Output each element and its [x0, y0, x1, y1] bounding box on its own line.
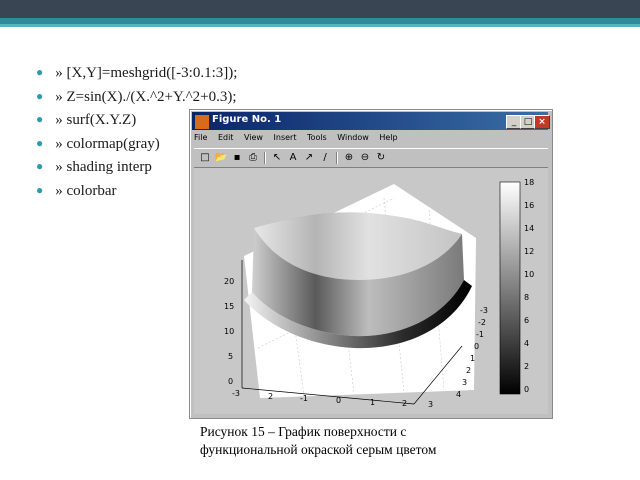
caption-line: Рисунок 15 – График поверхности с: [200, 424, 407, 439]
colorbar-tick: 2: [524, 362, 530, 371]
open-icon[interactable]: 📂: [214, 151, 228, 165]
x-tick: 2: [402, 399, 408, 408]
colorbar-tick: 8: [524, 293, 530, 302]
code-line: ●» [X,Y]=meshgrid([-3:0.1:3]);: [36, 65, 238, 81]
arrow-line-icon[interactable]: ↗: [302, 151, 316, 165]
x-tick: 0: [336, 396, 342, 405]
colorbar-tick: 12: [524, 247, 535, 256]
text-icon[interactable]: A: [286, 151, 300, 165]
bullet-icon: ●: [36, 88, 44, 103]
colorbar: [499, 181, 521, 395]
menu-insert[interactable]: Insert: [274, 133, 297, 142]
window-titlebar[interactable]: Figure No. 1 _ □ ×: [192, 112, 550, 130]
menu-view[interactable]: View: [244, 133, 263, 142]
z-tick: 5: [228, 352, 234, 361]
z-tick: 20: [224, 277, 235, 286]
rotate-icon[interactable]: ↻: [374, 151, 388, 165]
x-tick: 2: [268, 392, 274, 401]
new-icon[interactable]: □: [198, 151, 212, 165]
z-tick: 0: [228, 377, 234, 386]
y-tick: -3: [480, 306, 488, 315]
close-button[interactable]: ×: [534, 115, 550, 129]
bullet-icon: ●: [36, 159, 44, 174]
surface-plot: [241, 181, 521, 405]
colorbar-tick: 14: [524, 224, 535, 233]
y-tick: 3: [462, 378, 468, 387]
y-tick: 0: [474, 342, 480, 351]
y-tick: -2: [478, 318, 486, 327]
menu-edit[interactable]: Edit: [218, 133, 234, 142]
bullet-icon: ●: [36, 65, 44, 79]
line-icon[interactable]: /: [318, 151, 332, 165]
colorbar-tick: 18: [524, 178, 535, 187]
x-tick: 1: [370, 398, 376, 407]
menu-help[interactable]: Help: [379, 133, 397, 142]
plot-area: 20 15 10 5 0 -3 2 -1 0 1 2 3 4 3 2 1 0 -…: [194, 168, 548, 414]
x-tick: -3: [232, 389, 240, 398]
caption-line: функциональной окраской серым цветом: [200, 442, 437, 457]
z-tick: 10: [224, 327, 235, 336]
slide-top-bar: [0, 0, 640, 18]
slide-accent-bar-light: [0, 24, 640, 27]
bullet-icon: ●: [36, 182, 44, 197]
zoom-out-icon[interactable]: ⊖: [358, 151, 372, 165]
print-icon[interactable]: ⎙: [246, 151, 260, 165]
zoom-in-icon[interactable]: ⊕: [342, 151, 356, 165]
y-tick: 1: [470, 354, 476, 363]
code-line: ●» Z=sin(X)./(X.^2+Y.^2+0.3);: [36, 88, 237, 105]
y-tick: -1: [476, 330, 484, 339]
z-tick: 15: [224, 302, 235, 311]
y-tick: 2: [466, 366, 472, 375]
toolbar-separator: [336, 152, 338, 164]
figure-toolbar: □ 📂 ▪ ⎙ ↖ A ↗ / ⊕ ⊖ ↻: [194, 148, 548, 168]
figure-window: Figure No. 1 _ □ × File Edit View Insert…: [189, 109, 553, 419]
bullet-icon: ●: [36, 135, 44, 150]
figure-caption: Рисунок 15 – График поверхности с функци…: [200, 423, 436, 459]
colorbar-tick: 0: [524, 385, 530, 394]
colorbar-tick: 10: [524, 270, 535, 279]
y-tick: 4: [456, 390, 462, 399]
bullet-icon: ●: [36, 112, 44, 127]
menu-window[interactable]: Window: [337, 133, 369, 142]
menu-bar: File Edit View Insert Tools Window Help: [194, 133, 406, 147]
colorbar-tick: 6: [524, 316, 530, 325]
colorbar-tick: 4: [524, 339, 530, 348]
menu-file[interactable]: File: [194, 133, 207, 142]
arrow-icon[interactable]: ↖: [270, 151, 284, 165]
colorbar-tick: 16: [524, 201, 535, 210]
window-title: Figure No. 1: [212, 114, 282, 125]
x-tick: 3: [428, 400, 434, 409]
menu-tools[interactable]: Tools: [307, 133, 327, 142]
toolbar-separator: [264, 152, 266, 164]
x-tick: -1: [300, 394, 308, 403]
matlab-logo-icon: [195, 115, 209, 129]
save-icon[interactable]: ▪: [230, 151, 244, 165]
